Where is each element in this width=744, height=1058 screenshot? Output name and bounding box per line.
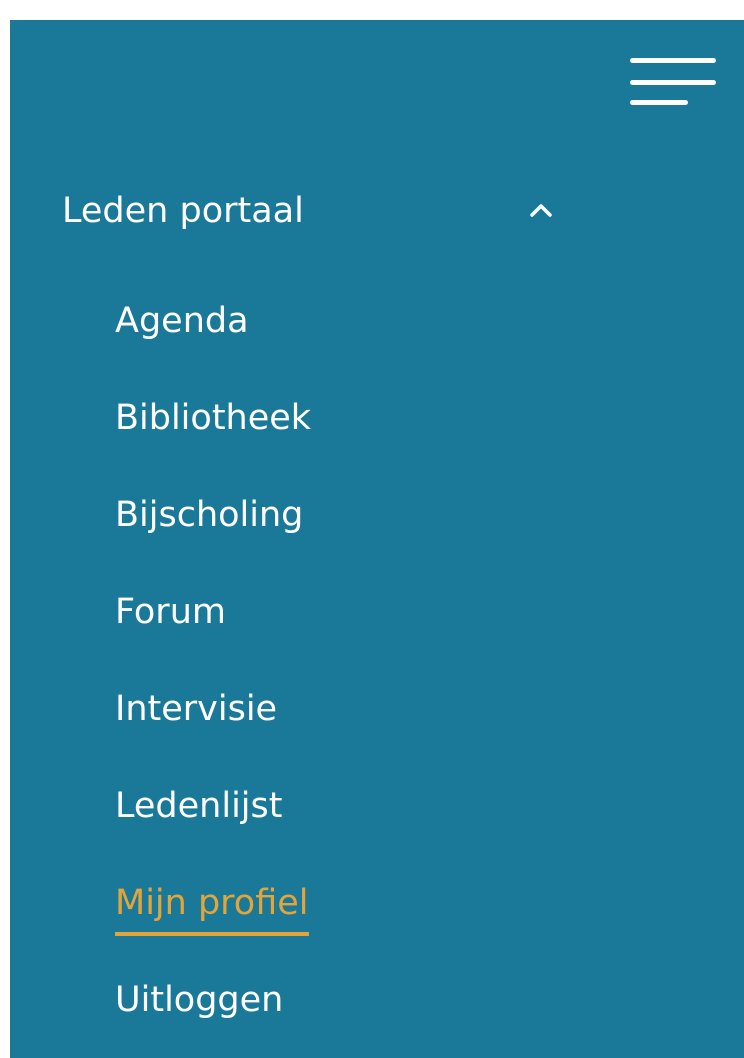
submenu-item: Agenda xyxy=(115,288,311,385)
hamburger-line xyxy=(630,100,688,105)
submenu-link-mijn-profiel[interactable]: Mijn profiel xyxy=(115,870,309,936)
section-toggle-leden-portaal[interactable]: Leden portaal xyxy=(10,180,744,244)
hamburger-line xyxy=(630,80,716,85)
submenu-link-agenda[interactable]: Agenda xyxy=(115,288,249,344)
section-label: Leden portaal xyxy=(62,191,304,231)
submenu-link-bibliotheek[interactable]: Bibliotheek xyxy=(115,385,311,441)
submenu-item: Mijn profiel xyxy=(115,870,311,967)
submenu-link-uitloggen[interactable]: Uitloggen xyxy=(115,967,283,1023)
submenu-link-bijscholing[interactable]: Bijscholing xyxy=(115,482,303,538)
hamburger-menu-icon[interactable] xyxy=(630,58,720,110)
submenu-item: Ledenlijst xyxy=(115,773,311,870)
submenu-item: Intervisie xyxy=(115,676,311,773)
submenu-item: Forum xyxy=(115,579,311,676)
submenu-list: Agenda Bibliotheek Bijscholing Forum Int… xyxy=(115,288,311,1058)
hamburger-line xyxy=(630,58,716,63)
submenu-link-intervisie[interactable]: Intervisie xyxy=(115,676,277,732)
chevron-up-icon xyxy=(530,204,552,217)
submenu-item: Bijscholing xyxy=(115,482,311,579)
submenu-item: Bibliotheek xyxy=(115,385,311,482)
navigation-menu-panel: Leden portaal Agenda Bibliotheek Bijscho… xyxy=(10,20,744,1058)
submenu-link-ledenlijst[interactable]: Ledenlijst xyxy=(115,773,282,829)
submenu-link-forum[interactable]: Forum xyxy=(115,579,226,635)
submenu-item: Uitloggen xyxy=(115,967,311,1058)
